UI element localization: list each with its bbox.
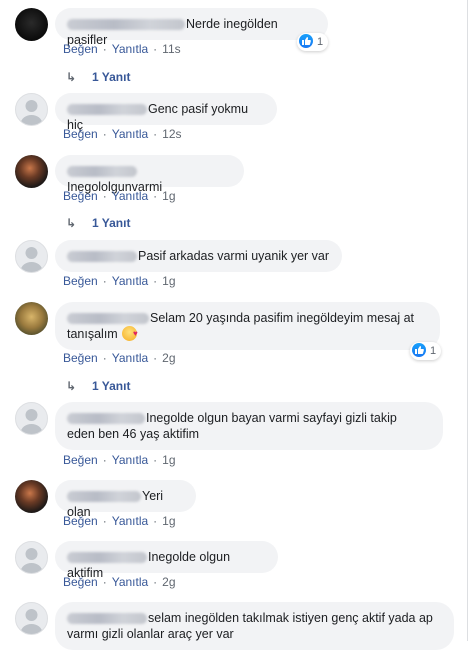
timestamp[interactable]: 2g — [162, 575, 175, 589]
reply-button[interactable]: Yanıtla — [112, 42, 148, 56]
timestamp[interactable]: 1g — [162, 274, 175, 288]
like-button[interactable]: Beğen — [63, 575, 98, 589]
reply-arrow-icon: ↳ — [66, 216, 77, 230]
default-avatar-icon — [20, 247, 43, 272]
reply-arrow-icon: ↳ — [66, 379, 77, 393]
comment-actions: Beğen · Yanıtla · 11s — [63, 42, 181, 56]
reply-button[interactable]: Yanıtla — [112, 189, 148, 203]
author-name[interactable] — [67, 19, 185, 30]
avatar[interactable] — [15, 93, 48, 126]
reply-button[interactable]: Yanıtla — [112, 514, 148, 528]
avatar[interactable] — [15, 541, 48, 574]
comment-bubble: Inegolde olgun aktifim — [55, 541, 278, 580]
reply-button[interactable]: Yanıtla — [112, 127, 148, 141]
author-name[interactable] — [67, 613, 147, 624]
comment-actions: Beğen · Yanıtla · 12s — [63, 127, 182, 141]
like-reaction-icon — [299, 34, 313, 48]
comment-bubble: Selam 20 yaşında pasifim inegöldeyim mes… — [55, 302, 440, 350]
author-name[interactable] — [67, 251, 137, 262]
comment-bubble: Inegololgunvarmi — [55, 155, 244, 194]
reply-button[interactable]: Yanıtla — [112, 274, 148, 288]
like-button[interactable]: Beğen — [63, 453, 98, 467]
like-button[interactable]: Beğen — [63, 189, 98, 203]
timestamp[interactable]: 1g — [162, 189, 175, 203]
author-name[interactable] — [67, 413, 145, 424]
comment-text-line2: varmı gizli olanlar araç yer var — [67, 627, 234, 641]
avatar[interactable] — [15, 155, 48, 188]
like-button[interactable]: Beğen — [63, 514, 98, 528]
comment-actions: Beğen · Yanıtla · 2g — [63, 575, 176, 589]
like-reaction-icon — [412, 343, 426, 357]
like-button[interactable]: Beğen — [63, 127, 98, 141]
comment-bubble: Nerde inegölden pasifler — [55, 8, 328, 47]
avatar[interactable] — [15, 8, 48, 41]
comment-text: Pasif arkadas varmi uyanik yer var — [138, 249, 330, 263]
timestamp[interactable]: 12s — [162, 127, 181, 141]
timestamp[interactable]: 11s — [162, 42, 180, 56]
view-replies-link[interactable]: ↳ 1 Yanıt — [66, 70, 130, 84]
author-name[interactable] — [67, 552, 147, 563]
comment-text-line2: tanışalım — [67, 327, 118, 341]
timestamp[interactable]: 2g — [162, 351, 175, 365]
reply-button[interactable]: Yanıtla — [112, 351, 148, 365]
default-avatar-icon — [20, 409, 43, 434]
kissing-face-emoji-icon: ♥ — [121, 326, 138, 341]
like-button[interactable]: Beğen — [63, 42, 98, 56]
author-name[interactable] — [67, 313, 149, 324]
avatar[interactable] — [15, 240, 48, 273]
default-avatar-icon — [20, 548, 43, 573]
author-name[interactable] — [67, 166, 137, 177]
comment-text-line2: eden ben 46 yaş aktifim — [67, 427, 200, 441]
comment-actions: Beğen · Yanıtla · 1g — [63, 453, 176, 467]
reply-button[interactable]: Yanıtla — [112, 575, 148, 589]
reply-arrow-icon: ↳ — [66, 70, 77, 84]
comment-actions: Beğen · Yanıtla · 1g — [63, 274, 176, 288]
reaction-count[interactable]: 1 — [297, 33, 329, 51]
comment-list: Nerde inegölden pasifler 1 Beğen · Yanıtla… — [0, 0, 468, 650]
author-name[interactable] — [67, 104, 147, 115]
comment-actions: Beğen · Yanıtla · 1g — [63, 189, 176, 203]
view-replies-link[interactable]: ↳ 1 Yanıt — [66, 379, 130, 393]
comment-text: Inegolde olgun bayan varmi sayfayi gizli… — [146, 411, 397, 425]
reply-button[interactable]: Yanıtla — [112, 453, 148, 467]
default-avatar-icon — [20, 100, 43, 125]
avatar[interactable] — [15, 402, 48, 435]
reaction-count[interactable]: 1 — [410, 342, 442, 360]
comment-bubble: Yeri olan — [55, 480, 196, 519]
comment-bubble: Genc pasif yokmu hiç — [55, 93, 277, 132]
comment-text: Selam 20 yaşında pasifim inegöldeyim mes… — [150, 311, 415, 325]
comment-bubble: Inegolde olgun bayan varmi sayfayi gizli… — [55, 402, 443, 450]
timestamp[interactable]: 1g — [162, 453, 175, 467]
comment-bubble: selam inegölden takılmak istiyen genç ak… — [55, 602, 454, 650]
like-button[interactable]: Beğen — [63, 274, 98, 288]
timestamp[interactable]: 1g — [162, 514, 175, 528]
like-button[interactable]: Beğen — [63, 351, 98, 365]
avatar[interactable] — [15, 602, 48, 635]
comment-bubble: Pasif arkadas varmi uyanik yer var — [55, 240, 342, 272]
comment-actions: Beğen · Yanıtla · 2g — [63, 351, 176, 365]
view-replies-link[interactable]: ↳ 1 Yanıt — [66, 216, 130, 230]
comment-actions: Beğen · Yanıtla · 1g — [63, 514, 176, 528]
comment-text: selam inegölden takılmak istiyen genç ak… — [148, 611, 433, 625]
author-name[interactable] — [67, 491, 141, 502]
default-avatar-icon — [20, 609, 43, 634]
avatar[interactable] — [15, 302, 48, 335]
avatar[interactable] — [15, 480, 48, 513]
